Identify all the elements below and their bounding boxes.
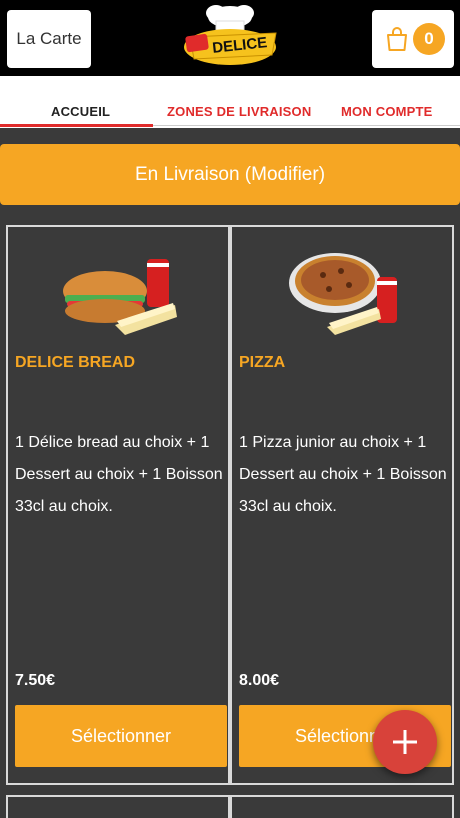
- plus-icon: [393, 730, 417, 754]
- product-price: 7.50€: [15, 672, 56, 689]
- tab-bar: ACCUEIL ZONES DE LIVRAISON MON COMPTE: [0, 76, 460, 128]
- tab-divider: [153, 125, 460, 126]
- shopping-bag-icon: [387, 27, 407, 51]
- add-fab-button[interactable]: [373, 710, 437, 774]
- product-card: DELICE BREAD 1 Délice bread au choix + 1…: [6, 225, 230, 785]
- brand-logo[interactable]: DELICE: [180, 3, 280, 71]
- product-card: PIZZA 1 Pizza junior au choix + 1 Desser…: [230, 225, 454, 785]
- product-description: 1 Délice bread au choix + 1 Dessert au c…: [15, 434, 223, 515]
- delivery-mode-button[interactable]: En Livraison (Modifier): [0, 144, 460, 205]
- cart-count-badge: 0: [413, 23, 445, 55]
- cart-button[interactable]: 0: [372, 10, 454, 68]
- sandwich-menu-image: [63, 259, 177, 335]
- tab-accueil[interactable]: ACCUEIL: [51, 104, 110, 119]
- active-tab-indicator: [0, 124, 153, 127]
- product-card-partial: [230, 795, 454, 818]
- product-title: PIZZA: [239, 354, 286, 371]
- product-card-partial: [6, 795, 230, 818]
- pizza-menu-image: [289, 253, 397, 335]
- top-bar: La Carte DELICE 0: [0, 0, 460, 76]
- menu-button[interactable]: La Carte: [7, 10, 91, 68]
- product-description: 1 Pizza junior au choix + 1 Dessert au c…: [239, 434, 447, 515]
- tab-zones-de-livraison[interactable]: ZONES DE LIVRAISON: [167, 104, 311, 119]
- select-button[interactable]: Sélectionner: [15, 705, 227, 767]
- tab-mon-compte[interactable]: MON COMPTE: [341, 104, 433, 119]
- product-price: 8.00€: [239, 672, 280, 689]
- product-title: DELICE BREAD: [15, 354, 136, 371]
